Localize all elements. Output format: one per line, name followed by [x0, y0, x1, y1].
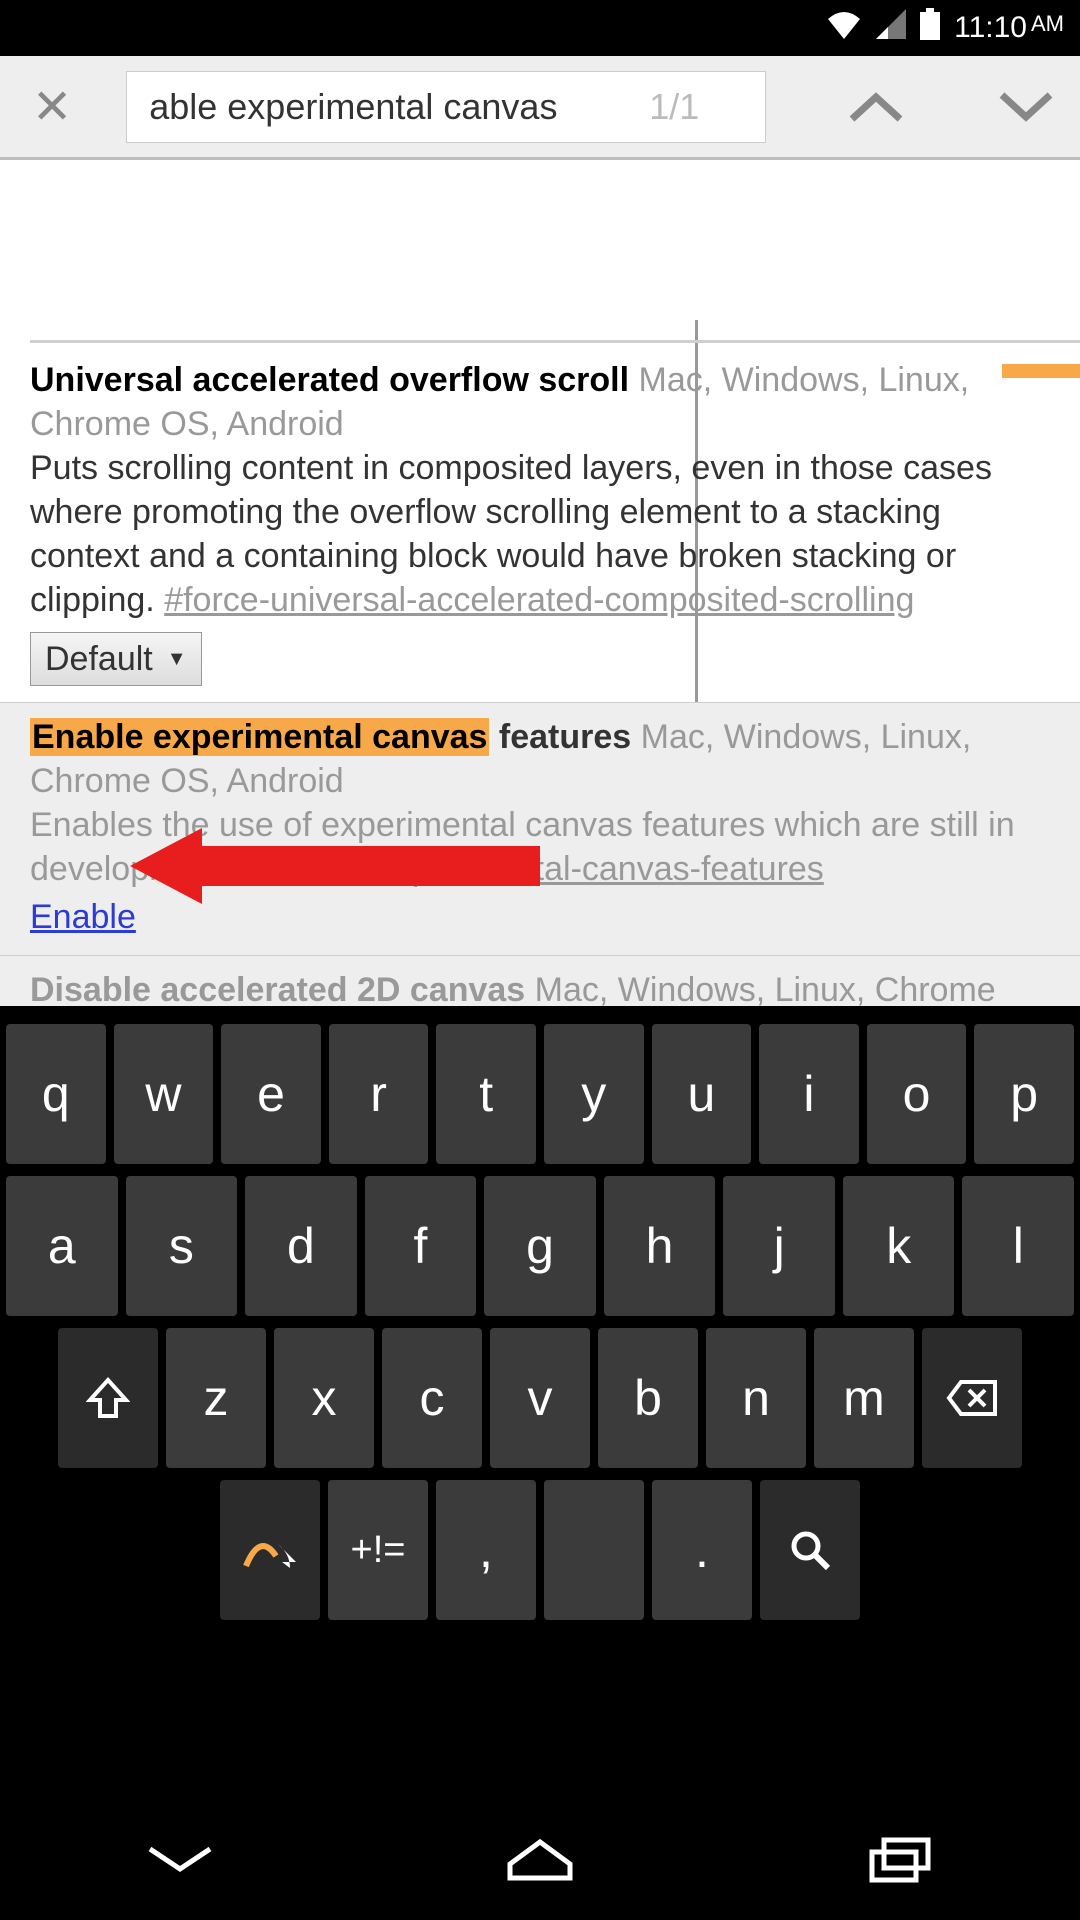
key-period[interactable]: . — [652, 1480, 752, 1620]
key-l[interactable]: l — [962, 1176, 1074, 1316]
close-find-button[interactable]: ✕ — [12, 79, 92, 135]
key-e[interactable]: e — [221, 1024, 321, 1164]
key-swype[interactable] — [220, 1480, 320, 1620]
flag-item: Disable accelerated 2D canvas Mac, Windo… — [0, 956, 1080, 1006]
clock-text: 11:10AM — [954, 11, 1064, 45]
key-m[interactable]: m — [814, 1328, 914, 1468]
key-b[interactable]: b — [598, 1328, 698, 1468]
key-x[interactable]: x — [274, 1328, 374, 1468]
key-f[interactable]: f — [365, 1176, 477, 1316]
flag-title: Enable experimental canvas features — [30, 718, 641, 756]
find-input[interactable] — [149, 86, 649, 128]
key-p[interactable]: p — [974, 1024, 1074, 1164]
find-prev-button[interactable] — [846, 89, 906, 125]
flag-hash-link[interactable]: #force-universal-accelerated-composited-… — [164, 581, 914, 619]
flag-title: Universal accelerated overflow scroll — [30, 361, 629, 399]
key-q[interactable]: q — [6, 1024, 106, 1164]
find-input-container[interactable]: 1/1 — [126, 71, 766, 143]
key-i[interactable]: i — [759, 1024, 859, 1164]
key-y[interactable]: y — [544, 1024, 644, 1164]
flags-page-content[interactable]: Universal accelerated overflow scroll Ma… — [0, 160, 1080, 1006]
cell-signal-icon — [876, 9, 906, 47]
flag-item: Universal accelerated overflow scroll Ma… — [0, 346, 1080, 703]
key-u[interactable]: u — [652, 1024, 752, 1164]
flag-enable-link[interactable]: Enable — [30, 895, 136, 939]
key-t[interactable]: t — [436, 1024, 536, 1164]
find-in-page-bar: ✕ 1/1 — [0, 56, 1080, 160]
flag-select-value: Default — [45, 637, 153, 681]
find-next-button[interactable] — [996, 89, 1056, 125]
key-c[interactable]: c — [382, 1328, 482, 1468]
key-shift[interactable] — [58, 1328, 158, 1468]
dropdown-triangle-icon: ▼ — [167, 637, 187, 681]
key-space[interactable] — [544, 1480, 644, 1620]
key-h[interactable]: h — [604, 1176, 716, 1316]
flag-hash-link[interactable]: #enable-experimental-canvas-features — [244, 850, 824, 888]
key-symbols[interactable]: +!= — [328, 1480, 428, 1620]
nav-back-button[interactable] — [140, 1839, 220, 1884]
key-n[interactable]: n — [706, 1328, 806, 1468]
key-k[interactable]: k — [843, 1176, 955, 1316]
key-a[interactable]: a — [6, 1176, 118, 1316]
key-comma[interactable]: , — [436, 1480, 536, 1620]
flag-item: Enable experimental canvas features Mac,… — [0, 703, 1080, 956]
key-z[interactable]: z — [166, 1328, 266, 1468]
nav-home-button[interactable] — [500, 1834, 580, 1889]
find-highlight: Enable experimental canvas — [30, 718, 489, 756]
key-o[interactable]: o — [867, 1024, 967, 1164]
android-nav-bar — [0, 1802, 1080, 1920]
key-v[interactable]: v — [490, 1328, 590, 1468]
flag-select[interactable]: Default ▼ — [30, 632, 202, 686]
battery-icon — [920, 8, 940, 48]
key-g[interactable]: g — [484, 1176, 596, 1316]
key-s[interactable]: s — [126, 1176, 238, 1316]
status-bar: 11:10AM — [0, 0, 1080, 56]
wifi-icon — [826, 9, 862, 47]
nav-recent-button[interactable] — [860, 1834, 940, 1889]
key-backspace[interactable] — [922, 1328, 1022, 1468]
flag-title: Disable accelerated 2D canvas — [30, 971, 525, 1006]
key-w[interactable]: w — [114, 1024, 214, 1164]
soft-keyboard: q w e r t y u i o p a s d f g h j k l z … — [0, 1006, 1080, 1802]
key-j[interactable]: j — [723, 1176, 835, 1316]
key-search[interactable] — [760, 1480, 860, 1620]
key-r[interactable]: r — [329, 1024, 429, 1164]
key-d[interactable]: d — [245, 1176, 357, 1316]
find-counter: 1/1 — [649, 86, 699, 128]
